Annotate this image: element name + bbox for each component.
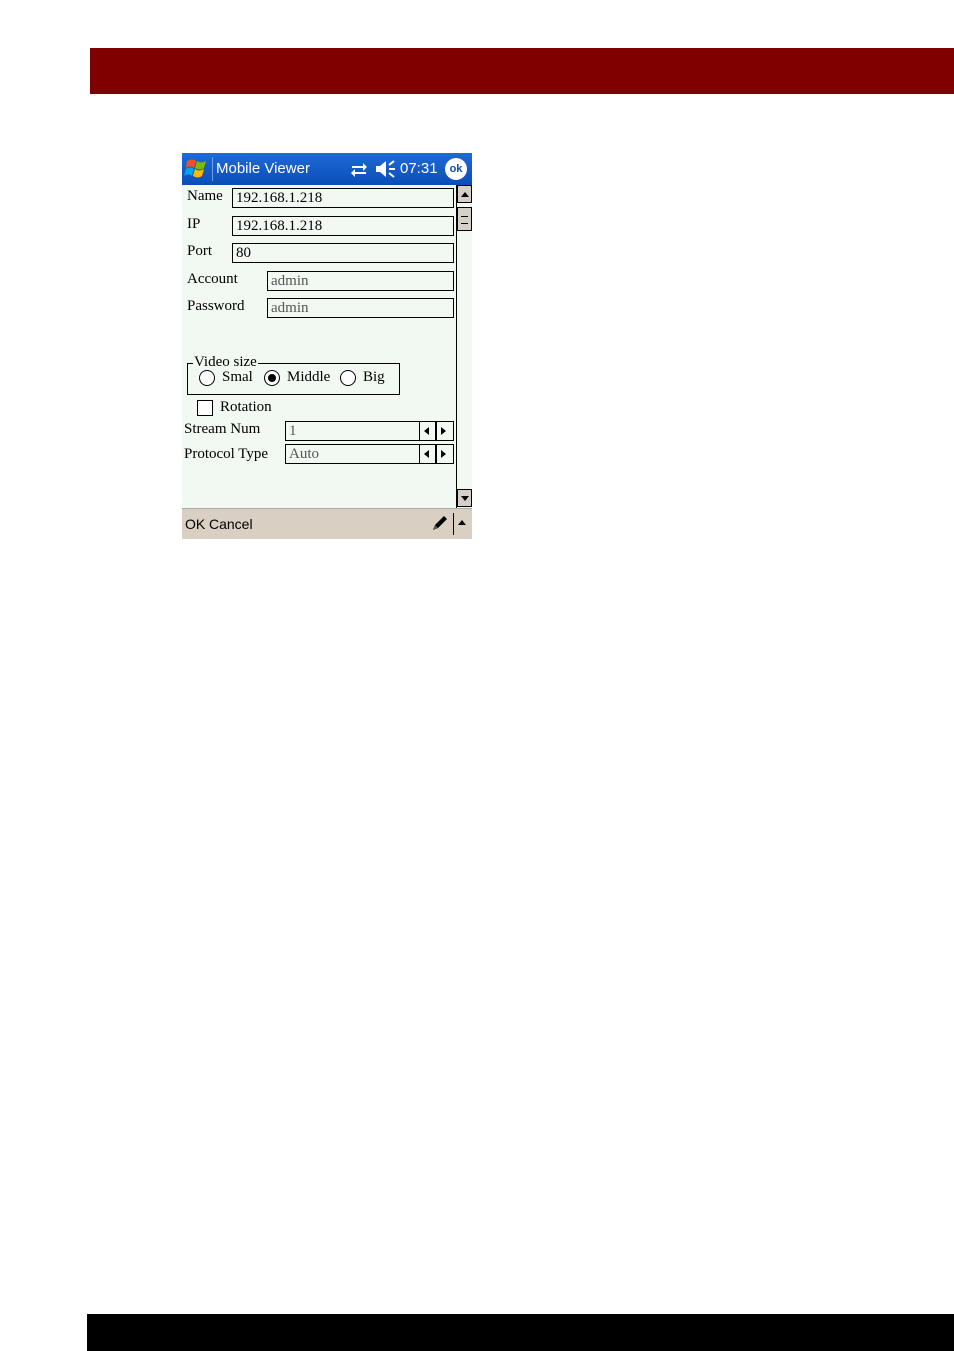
video-size-middle-radio[interactable]: [264, 370, 280, 386]
document-footer-bar: [87, 1314, 954, 1351]
protocol-type-spinner[interactable]: [419, 444, 454, 464]
arrow-right-icon[interactable]: [441, 450, 446, 458]
title-separator: [212, 157, 213, 181]
scroll-thumb[interactable]: [457, 207, 472, 231]
title-bar: Mobile Viewer 07:31 ok: [182, 153, 472, 185]
pen-input-icon[interactable]: [431, 514, 449, 532]
protocol-type-label: Protocol Type: [184, 446, 269, 462]
password-field[interactable]: admin: [267, 298, 454, 318]
ok-menu-button[interactable]: OK: [185, 516, 205, 532]
spinner-divider: [435, 445, 437, 463]
menu-separator: [453, 513, 454, 535]
settings-form: Name 192.168.1.218 IP 192.168.1.218 Port…: [182, 185, 456, 508]
document-header-bar: [90, 48, 954, 94]
arrow-left-icon[interactable]: [424, 450, 429, 458]
password-label: Password: [187, 298, 245, 314]
port-label: Port: [187, 243, 213, 259]
arrow-left-icon[interactable]: [424, 427, 429, 435]
protocol-type-field[interactable]: Auto: [285, 444, 420, 464]
scroll-down-button[interactable]: [457, 489, 472, 507]
vertical-scrollbar[interactable]: [456, 185, 472, 508]
menu-bar: OK Cancel: [182, 508, 472, 539]
video-size-small-label[interactable]: Smal: [222, 369, 253, 386]
pda-screen: Mobile Viewer 07:31 ok Name 192.168.1.21…: [182, 153, 472, 539]
scroll-down-icon: [461, 496, 469, 501]
account-field[interactable]: admin: [267, 271, 454, 291]
video-size-middle-label[interactable]: Middle: [287, 369, 330, 386]
video-size-legend: Video size: [193, 354, 258, 370]
ip-label: IP: [187, 216, 201, 232]
speaker-icon[interactable]: [375, 160, 397, 178]
video-size-big-radio[interactable]: [340, 370, 356, 386]
stream-num-field[interactable]: 1: [285, 421, 420, 441]
video-size-small-radio[interactable]: [199, 370, 215, 386]
name-field[interactable]: 192.168.1.218: [232, 188, 454, 208]
name-label: Name: [187, 188, 223, 204]
video-size-big-label[interactable]: Big: [363, 369, 385, 386]
ok-title-button[interactable]: ok: [445, 158, 467, 180]
windows-start-icon[interactable]: [184, 156, 210, 182]
clock[interactable]: 07:31: [400, 160, 438, 177]
stream-num-spinner[interactable]: [419, 421, 454, 441]
ip-field[interactable]: 192.168.1.218: [232, 216, 454, 236]
input-panel-arrow-icon[interactable]: [458, 520, 466, 525]
cancel-menu-button[interactable]: Cancel: [209, 516, 253, 532]
stream-num-label: Stream Num: [184, 421, 261, 437]
rotation-checkbox[interactable]: [197, 400, 213, 416]
app-title: Mobile Viewer: [216, 160, 310, 177]
arrow-right-icon[interactable]: [441, 427, 446, 435]
rotation-label[interactable]: Rotation: [220, 399, 272, 416]
port-field[interactable]: 80: [232, 243, 454, 263]
spinner-divider: [435, 422, 437, 440]
scroll-up-icon: [461, 192, 469, 197]
scroll-up-button[interactable]: [457, 185, 472, 203]
connectivity-icon[interactable]: [350, 161, 368, 177]
account-label: Account: [187, 271, 238, 287]
